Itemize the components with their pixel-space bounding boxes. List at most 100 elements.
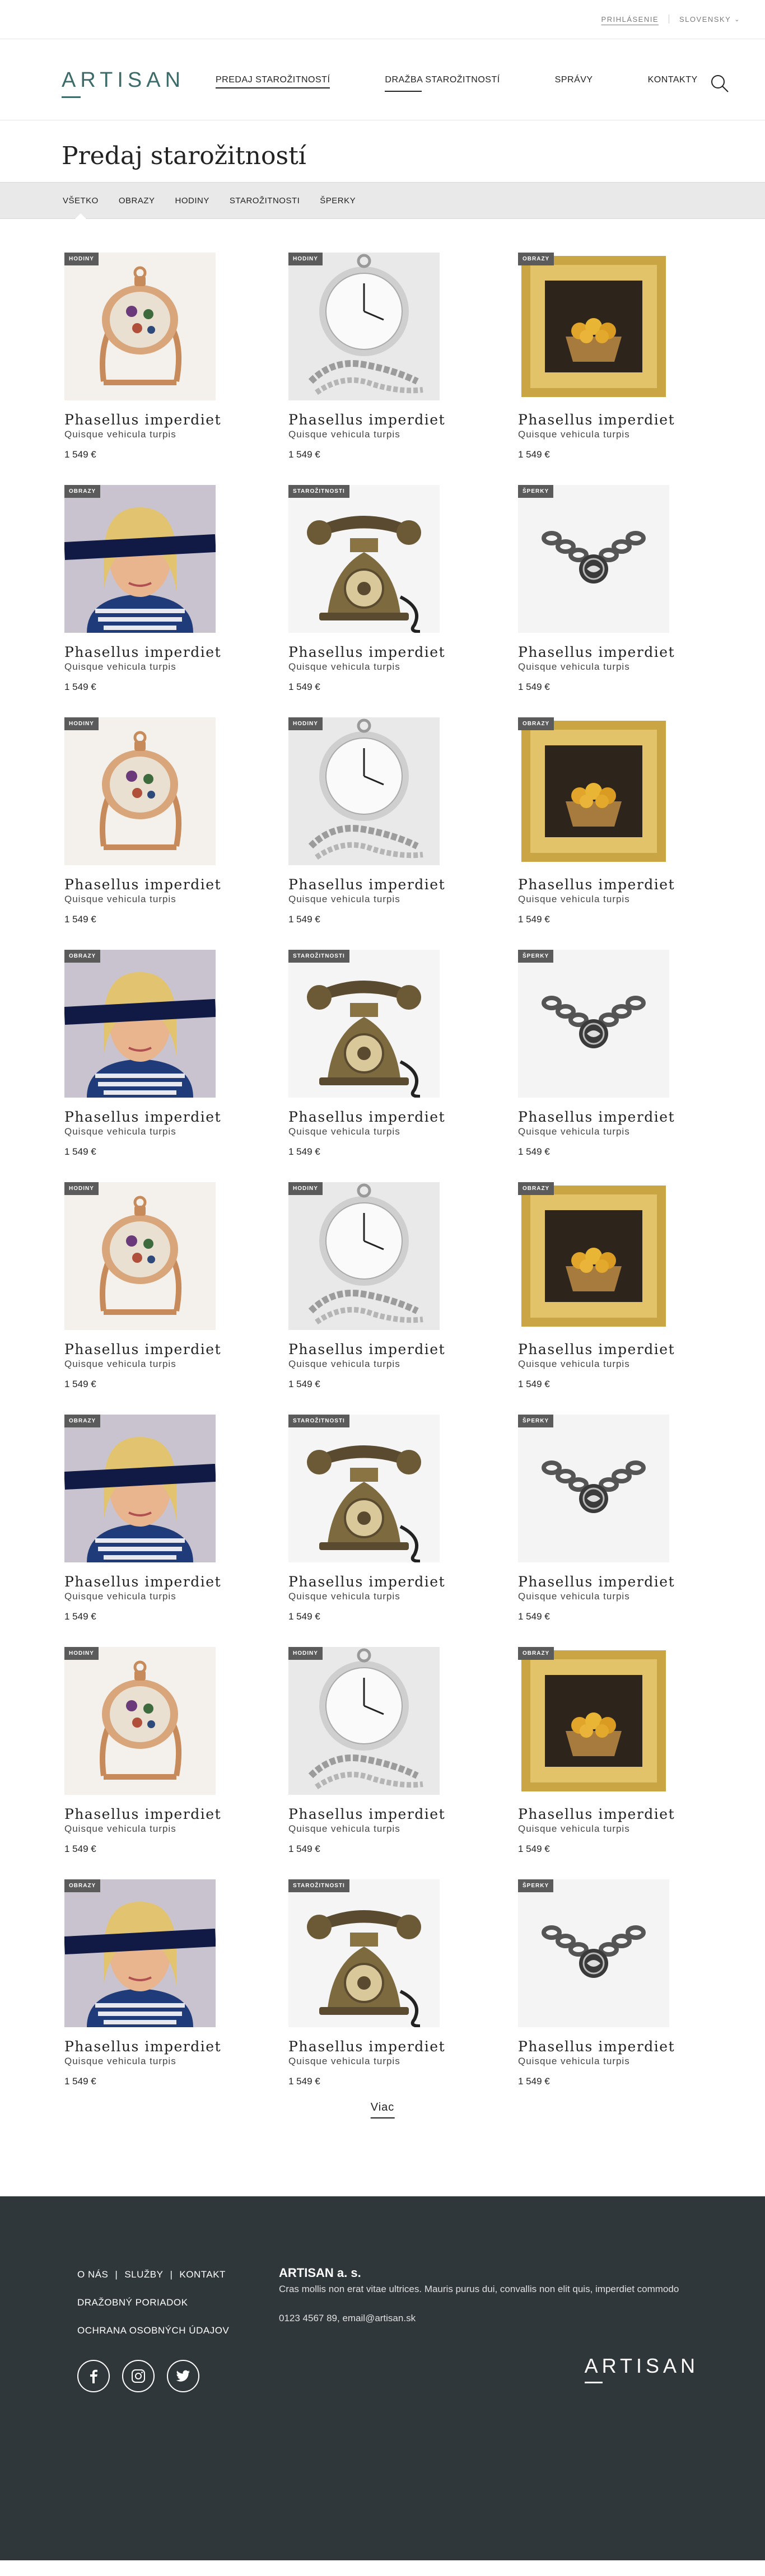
product-image[interactable]: ŠPERKY [518,1415,669,1562]
product-image[interactable]: STAROŽITNOSTI [288,1879,440,2027]
product-image[interactable]: OBRAZY [64,1415,216,1562]
product-name[interactable]: Phasellus imperdiet [64,1341,232,1357]
product-card[interactable]: HODINY Phasellus imperdiet Quisque vehicul… [288,253,456,460]
nav-item-kontakty[interactable]: KONTAKTY [648,75,698,88]
product-name[interactable]: Phasellus imperdiet [64,876,232,893]
footer-link-kontakt[interactable]: KONTAKT [179,2269,226,2280]
product-card[interactable]: HODINY Phasellus imperdiet Quisque vehicul… [288,1182,456,1390]
filter-sperky[interactable]: ŠPERKY [320,196,356,206]
language-select[interactable]: SLOVENSKY ⌄ [679,15,740,24]
product-name[interactable]: Phasellus imperdiet [518,644,686,660]
product-card[interactable]: OBRAZY Phasellus imperdiet Quisque vehicul… [518,1647,686,1855]
product-card[interactable]: OBRAZY Phasellus imperdiet Quisque vehicul… [64,1879,232,2087]
product-image[interactable]: OBRAZY [518,717,669,865]
product-name[interactable]: Phasellus imperdiet [518,1109,686,1125]
nav-item-drazba[interactable]: DRAŽBA STAROŽITNOSTÍ [385,75,500,92]
product-name[interactable]: Phasellus imperdiet [288,1341,456,1357]
product-card[interactable]: HODINY Phasellus imperdiet Quisque vehicul… [288,1647,456,1855]
product-image[interactable]: HODINY [64,1182,216,1330]
product-image[interactable]: OBRAZY [64,1879,216,2027]
facebook-icon[interactable] [77,2360,110,2392]
footer-link-drazobny-poriadok[interactable]: DRAŽOBNÝ PORIADOK [77,2297,188,2308]
product-name[interactable]: Phasellus imperdiet [288,2038,456,2055]
product-name[interactable]: Phasellus imperdiet [288,1109,456,1125]
product-image[interactable]: HODINY [288,1647,440,1795]
product-card[interactable]: OBRAZY Phasellus imperdiet Quisque vehicul… [64,1415,232,1622]
product-card[interactable]: OBRAZY Phasellus imperdiet Quisque vehicul… [64,950,232,1158]
product-name[interactable]: Phasellus imperdiet [288,1806,456,1822]
product-image[interactable]: OBRAZY [64,485,216,633]
footer-logo[interactable]: ARTISAN [584,2354,699,2383]
footer-link-ochrana-udajov[interactable]: OCHRANA OSOBNÝCH ÚDAJOV [77,2325,229,2336]
filter-vsetko[interactable]: VŠETKO [63,196,99,206]
product-name[interactable]: Phasellus imperdiet [64,644,232,660]
product-image[interactable]: HODINY [64,253,216,400]
product-name[interactable]: Phasellus imperdiet [518,876,686,893]
product-image[interactable]: ŠPERKY [518,485,669,633]
product-card[interactable]: OBRAZY Phasellus imperdiet Quisque vehicul… [518,253,686,460]
product-image[interactable]: HODINY [64,717,216,865]
product-name[interactable]: Phasellus imperdiet [518,1341,686,1357]
product-name[interactable]: Phasellus imperdiet [518,1574,686,1590]
product-image[interactable]: ŠPERKY [518,950,669,1098]
product-name[interactable]: Phasellus imperdiet [64,2038,232,2055]
product-card[interactable]: HODINY Phasellus imperdiet Quisque vehicul… [64,717,232,925]
nav-item-spravy[interactable]: SPRÁVY [555,75,593,88]
footer-link-sluzby[interactable]: SLUŽBY [124,2269,163,2280]
filter-starozitnosti[interactable]: STAROŽITNOSTI [230,196,300,206]
product-card[interactable]: ŠPERKY Phasellus imperdiet Quisque vehicul… [518,1415,686,1622]
product-card[interactable]: ŠPERKY Phasellus imperdiet Quisque vehicul… [518,1879,686,2087]
product-card[interactable]: OBRAZY Phasellus imperdiet Quisque vehicul… [64,485,232,693]
product-name[interactable]: Phasellus imperdiet [518,1806,686,1822]
product-card[interactable]: OBRAZY Phasellus imperdiet Quisque vehicul… [518,717,686,925]
product-image[interactable]: STAROŽITNOSTI [288,1415,440,1562]
product-card[interactable]: STAROŽITNOSTI Phasellus imperdiet Quisque … [288,1415,456,1622]
product-name[interactable]: Phasellus imperdiet [288,644,456,660]
search-icon[interactable] [710,74,729,93]
product-image[interactable]: STAROŽITNOSTI [288,485,440,633]
product-card[interactable]: ŠPERKY Phasellus imperdiet Quisque vehicul… [518,485,686,693]
product-image[interactable]: HODINY [64,1647,216,1795]
product-image[interactable]: OBRAZY [518,1182,669,1330]
product-card[interactable]: ŠPERKY Phasellus imperdiet Quisque vehicul… [518,950,686,1158]
product-image[interactable]: HODINY [288,253,440,400]
product-subtitle: Quisque vehicula turpis [64,1591,176,1602]
product-image[interactable]: ŠPERKY [518,1879,669,2027]
login-link[interactable]: PRIHLÁSENIE [601,15,659,24]
twitter-icon[interactable] [167,2360,199,2392]
product-subtitle: Quisque vehicula turpis [518,894,630,904]
product-name[interactable]: Phasellus imperdiet [64,412,232,428]
product-card[interactable]: HODINY Phasellus imperdiet Quisque vehicul… [64,1647,232,1855]
product-card[interactable]: STAROŽITNOSTI Phasellus imperdiet Quisque … [288,950,456,1158]
footer-link-o-nas[interactable]: O NÁS [77,2269,108,2280]
logo[interactable]: ARTISAN [62,68,185,98]
product-name[interactable]: Phasellus imperdiet [518,2038,686,2055]
nav-item-predaj[interactable]: PREDAJ STAROŽITNOSTÍ [216,75,330,88]
instagram-icon[interactable] [122,2360,155,2392]
product-image[interactable]: OBRAZY [518,1647,669,1795]
product-name[interactable]: Phasellus imperdiet [518,412,686,428]
product-name[interactable]: Phasellus imperdiet [64,1109,232,1125]
product-name[interactable]: Phasellus imperdiet [288,876,456,893]
product-image[interactable]: OBRAZY [64,950,216,1098]
product-card[interactable]: STAROŽITNOSTI Phasellus imperdiet Quisque … [288,1879,456,2087]
product-name[interactable]: Phasellus imperdiet [288,412,456,428]
nav-item-mark [385,91,422,92]
filter-obrazy[interactable]: OBRAZY [119,196,155,206]
product-image[interactable]: HODINY [288,717,440,865]
product-image[interactable]: STAROŽITNOSTI [288,950,440,1098]
product-name[interactable]: Phasellus imperdiet [64,1574,232,1590]
footer-logo-underline [584,2382,603,2383]
product-card[interactable]: HODINY Phasellus imperdiet Quisque vehicul… [64,253,232,460]
product-image[interactable]: OBRAZY [518,253,669,400]
product-image[interactable]: HODINY [288,1182,440,1330]
product-card[interactable]: HODINY Phasellus imperdiet Quisque vehicul… [64,1182,232,1390]
product-name[interactable]: Phasellus imperdiet [64,1806,232,1822]
filter-hodiny[interactable]: HODINY [175,196,209,206]
product-card[interactable]: HODINY Phasellus imperdiet Quisque vehicul… [288,717,456,925]
product-name[interactable]: Phasellus imperdiet [288,1574,456,1590]
load-more-button[interactable]: Viac [370,2101,395,2118]
category-badge: ŠPERKY [518,950,554,963]
product-card[interactable]: OBRAZY Phasellus imperdiet Quisque vehicul… [518,1182,686,1390]
product-card[interactable]: STAROŽITNOSTI Phasellus imperdiet Quisque … [288,485,456,693]
